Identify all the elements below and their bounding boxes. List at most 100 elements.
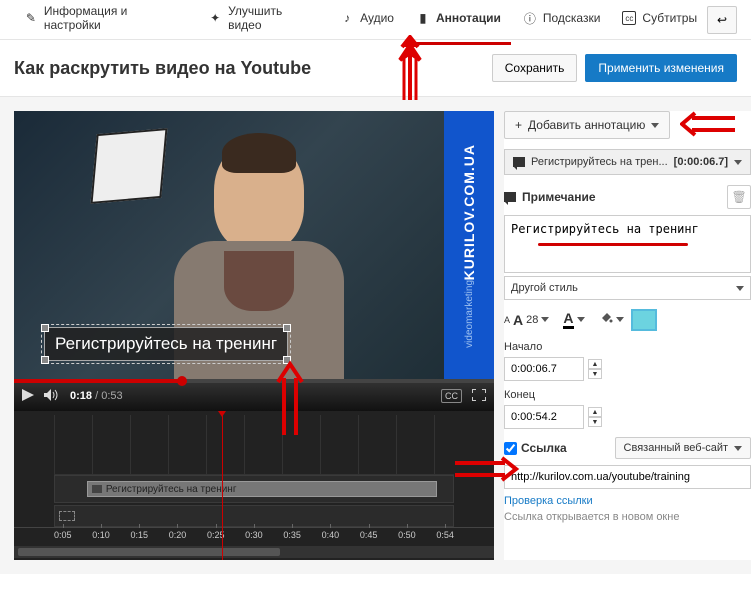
tab-audio[interactable]: ♪ Аудио	[330, 0, 404, 45]
annotation-overlay-text: Регистрируйтесь на тренинг	[55, 334, 277, 353]
top-tabs-bar: ✎ Информация и настройки ✦ Улучшить виде…	[0, 0, 751, 40]
annotation-overlay-box[interactable]: Регистрируйтесь на тренинг	[44, 327, 288, 361]
annotation-item-time: [0:00:06.7]	[674, 156, 728, 168]
video-overlay-banner: KURILOV.COM.UA videomarketing	[444, 111, 494, 381]
wand-icon: ✦	[208, 11, 222, 25]
annotation-track[interactable]: Регистрируйтесь на тренинг	[54, 475, 454, 503]
player-controls: 0:18 / 0:53 CC	[14, 381, 494, 411]
banner-text-main: KURILOV.COM.UA	[461, 144, 477, 280]
music-note-icon: ♪	[340, 11, 354, 25]
background-color-control[interactable]	[599, 311, 655, 329]
apply-changes-button[interactable]: Применить изменения	[585, 54, 737, 82]
time-display: 0:18 / 0:53	[70, 390, 123, 402]
resize-handle[interactable]	[283, 356, 291, 364]
color-swatch[interactable]	[633, 311, 655, 329]
link-url-input[interactable]	[504, 465, 751, 489]
caret-down-icon	[734, 160, 742, 165]
start-time-label: Начало	[504, 341, 751, 353]
volume-button[interactable]	[44, 389, 60, 404]
info-icon: ⓘ	[523, 11, 537, 25]
tab-enhance-video[interactable]: ✦ Улучшить видео	[198, 0, 328, 45]
captions-button[interactable]: CC	[441, 389, 462, 403]
tab-label: Подсказки	[543, 11, 601, 25]
add-annotation-label: Добавить аннотацию	[528, 118, 645, 132]
font-size-value: 28	[526, 314, 538, 326]
reply-arrow-icon: ↩	[717, 13, 727, 27]
tab-label: Аннотации	[436, 11, 501, 25]
video-player[interactable]: KURILOV.COM.UA videomarketing Регистриру…	[14, 111, 494, 381]
video-title: Как раскрутить видео на Youtube	[14, 58, 311, 79]
annotation-item-text: Регистрируйтесь на трен...	[531, 156, 668, 168]
time-decrement-button[interactable]: ▼	[588, 417, 602, 427]
caret-down-icon	[616, 317, 624, 322]
add-annotation-dropdown[interactable]: + Добавить аннотацию	[504, 111, 670, 139]
tab-label: Информация и настройки	[44, 4, 186, 32]
font-color-icon: A	[563, 310, 573, 329]
duration: 0:53	[101, 390, 122, 402]
timeline-scrollbar[interactable]	[14, 546, 494, 558]
time-decrement-button[interactable]: ▼	[588, 369, 602, 379]
link-type-value: Связанный веб-сайт	[624, 442, 729, 454]
end-time-input[interactable]	[504, 405, 584, 429]
tab-info-settings[interactable]: ✎ Информация и настройки	[14, 0, 196, 45]
speech-bubble-icon: ▮	[416, 11, 430, 25]
tab-cards[interactable]: ⓘ Подсказки	[513, 0, 611, 45]
start-time-input[interactable]	[504, 357, 584, 381]
annotation-text-input[interactable]	[504, 215, 751, 273]
tab-label: Улучшить видео	[228, 4, 318, 32]
link-checkbox[interactable]	[504, 442, 517, 455]
banner-text-sub: videomarketing	[464, 280, 475, 348]
play-button[interactable]	[22, 389, 34, 404]
annotation-clip[interactable]: Регистрируйтесь на тренинг	[87, 481, 437, 497]
note-icon	[504, 192, 516, 202]
caret-down-icon	[734, 446, 742, 451]
verify-link-link[interactable]: Проверка ссылки	[504, 495, 593, 507]
annotation-side-panel: + Добавить аннотацию Регистрируйтесь на …	[504, 111, 751, 560]
link-label-text: Ссылка	[521, 441, 567, 455]
link-type-select[interactable]: Связанный веб-сайт	[615, 437, 751, 459]
font-size-control[interactable]: AA 28	[504, 312, 549, 328]
tab-annotations[interactable]: ▮ Аннотации	[406, 0, 511, 45]
link-hint-text: Ссылка открывается в новом окне	[504, 511, 679, 523]
font-color-control[interactable]: A	[563, 310, 584, 329]
paint-bucket-icon	[599, 311, 613, 328]
back-button[interactable]: ↩	[707, 6, 737, 34]
annotation-style-select[interactable]: Другой стиль	[504, 276, 751, 300]
annotation-list-item[interactable]: Регистрируйтесь на трен... [0:00:06.7]	[504, 149, 751, 175]
caret-down-icon	[736, 286, 744, 291]
current-time: 0:18	[70, 390, 92, 402]
plus-icon: +	[515, 118, 522, 132]
caret-down-icon	[651, 123, 659, 128]
timeline-playhead[interactable]	[222, 411, 223, 560]
link-checkbox-label[interactable]: Ссылка	[504, 441, 567, 455]
end-time-label: Конец	[504, 389, 751, 401]
resize-handle[interactable]	[41, 324, 49, 332]
pencil-icon: ✎	[24, 11, 38, 25]
crop-icon	[59, 511, 75, 521]
fullscreen-button[interactable]	[472, 389, 486, 404]
time-increment-button[interactable]: ▲	[588, 359, 602, 369]
clip-label: Регистрируйтесь на тренинг	[106, 484, 237, 495]
resize-handle[interactable]	[283, 324, 291, 332]
caret-down-icon	[577, 317, 585, 322]
tab-label: Субтитры	[642, 11, 697, 25]
tab-label: Аудио	[360, 11, 394, 25]
timeline-panel: Регистрируйтесь на тренинг 0:050:100:150…	[14, 411, 494, 560]
section-label-note: Примечание	[522, 190, 596, 204]
save-button[interactable]: Сохранить	[492, 54, 578, 82]
delete-annotation-button[interactable]: 🗑	[727, 185, 751, 209]
trash-icon: 🗑	[731, 190, 746, 204]
note-icon	[92, 485, 102, 493]
title-bar: Как раскрутить видео на Youtube Сохранит…	[0, 40, 751, 97]
time-increment-button[interactable]: ▲	[588, 407, 602, 417]
note-icon	[513, 157, 525, 167]
style-value: Другой стиль	[511, 282, 578, 294]
text-size-icon: A	[513, 312, 523, 328]
resize-handle[interactable]	[41, 356, 49, 364]
caret-down-icon	[541, 317, 549, 322]
progress-bar[interactable]	[14, 379, 494, 383]
time-ruler: 0:050:100:150:200:250:300:350:400:450:50…	[14, 527, 494, 542]
cc-icon: cc	[622, 11, 636, 25]
tab-subtitles[interactable]: cc Субтитры	[612, 0, 707, 45]
text-size-icon: A	[504, 315, 510, 325]
